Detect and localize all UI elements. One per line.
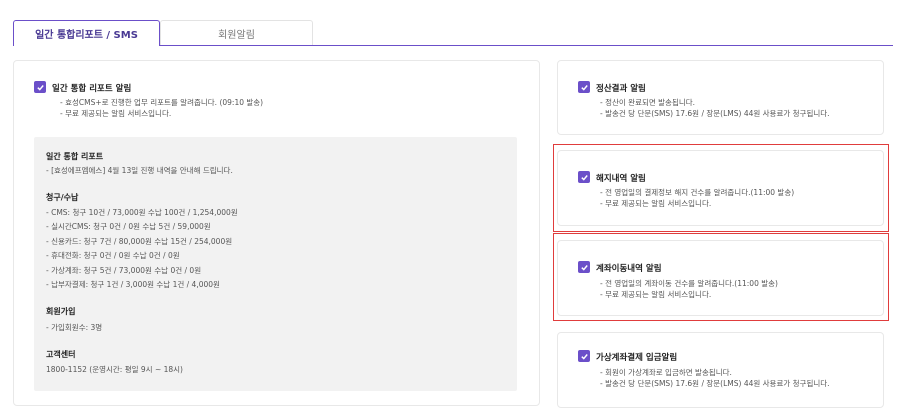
daily-report-desc-1: - 효성CMS+로 진행한 업무 리포트를 알려줍니다. (09:10 발송) [60, 98, 264, 107]
highlight-box [553, 144, 889, 232]
settlement-alert-desc-1: - 정산이 완료되면 발송됩니다. [600, 98, 696, 107]
preview-daily-line: - [효성에프엠에스] 4월 13일 진행 내역을 안내해 드립니다. [46, 166, 233, 175]
preview-billing-title: 청구/수납 [46, 193, 79, 202]
preview-billing-line: - CMS: 청구 10건 / 73,000원 수납 100건 / 1,254,… [46, 208, 238, 217]
virtual-account-deposit-desc-2: - 발송건 당 단문(SMS) 17.6원 / 장문(LMS) 44원 사용료가… [600, 379, 830, 388]
virtual-account-deposit-card: 가상계좌결제 입금알림 - 회원이 가상계좌로 입금하면 발송됩니다. - 발송… [557, 332, 884, 408]
tab-member-alerts[interactable]: 회원알림 [160, 20, 313, 46]
preview-member-title: 회원가입 [46, 307, 76, 316]
check-icon [580, 84, 588, 91]
report-preview: 일간 통합 리포트 - [효성에프엠에스] 4월 13일 진행 내역을 안내해 … [34, 137, 517, 391]
preview-billing-line: - 실시간CMS: 청구 0건 / 0원 수납 5건 / 59,000원 [46, 222, 211, 231]
virtual-account-deposit-desc-1: - 회원이 가상계좌로 입금하면 발송됩니다. [600, 368, 732, 377]
settlement-alert-title: 정산결과 알림 [596, 84, 646, 94]
tab-daily-report-sms[interactable]: 일간 통합리포트 / SMS [13, 20, 160, 46]
daily-report-title: 일간 통합 리포트 알림 [52, 84, 132, 94]
preview-billing-line: - 휴대전화: 청구 0건 / 0원 수납 0건 / 0원 [46, 251, 180, 260]
daily-report-desc-2: - 무료 제공되는 알림 서비스입니다. [60, 109, 172, 118]
settlement-alert-desc-2: - 발송건 당 단문(SMS) 17.6원 / 장문(LMS) 44원 사용료가… [600, 109, 830, 118]
highlight-box [553, 233, 889, 321]
preview-billing-line: - 납부자결제: 청구 1건 / 3,000원 수납 1건 / 4,000원 [46, 280, 220, 289]
virtual-account-deposit-title: 가상계좌결제 입금알림 [596, 353, 678, 363]
preview-member-line: - 가입회원수: 3명 [46, 323, 103, 332]
preview-billing-line: - 가상계좌: 청구 5건 / 73,000원 수납 0건 / 0원 [46, 266, 202, 275]
preview-daily-title: 일간 통합 리포트 [46, 152, 104, 161]
settlement-alert-card: 정산결과 알림 - 정산이 완료되면 발송됩니다. - 발송건 당 단문(SMS… [557, 60, 884, 135]
settlement-alert-checkbox[interactable] [578, 81, 590, 93]
preview-billing-line: - 신용카드: 청구 7건 / 80,000원 수납 15건 / 254,000… [46, 237, 233, 246]
daily-report-checkbox[interactable] [34, 81, 46, 93]
preview-cs-title: 고객센터 [46, 350, 76, 359]
tab-bar: 일간 통합리포트 / SMS 회원알림 [13, 20, 313, 46]
virtual-account-deposit-checkbox[interactable] [578, 350, 590, 362]
preview-cs-line: 1800-1152 (운영시간: 평일 9시 ~ 18시) [46, 365, 183, 374]
check-icon [36, 84, 44, 91]
check-icon [580, 353, 588, 360]
